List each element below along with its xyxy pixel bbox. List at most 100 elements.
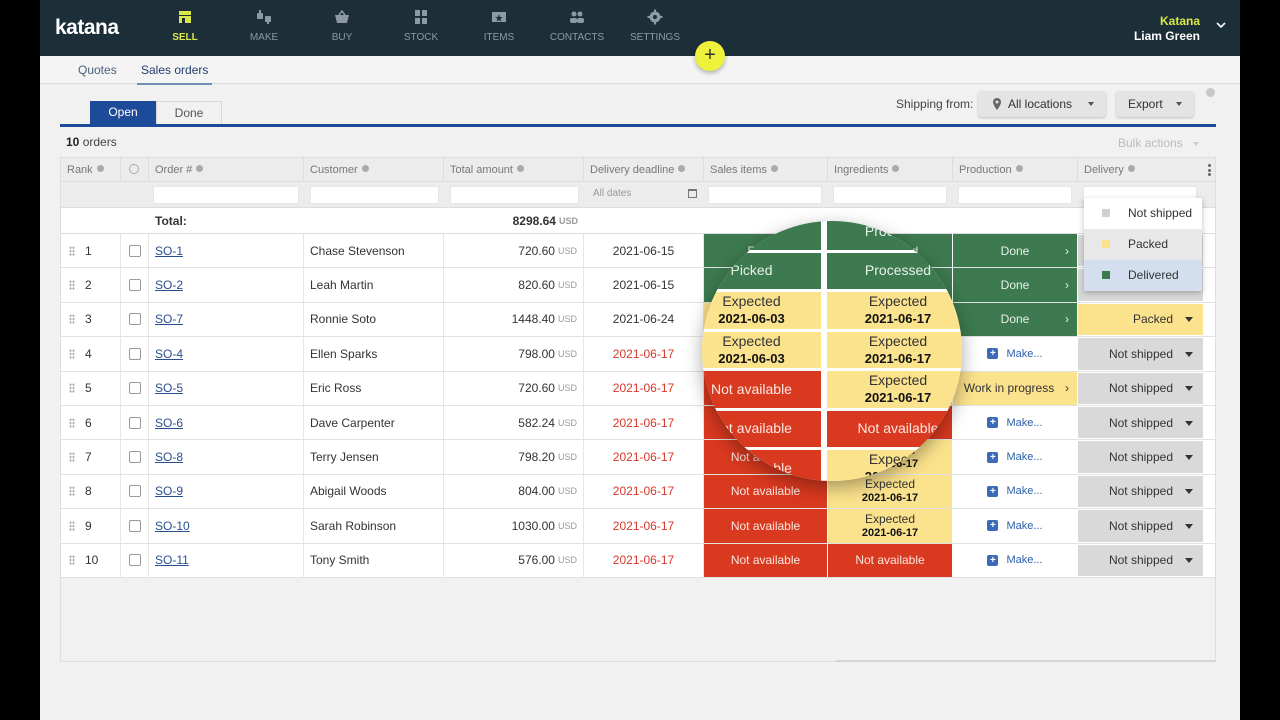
make-button[interactable]: + Make... [987, 451, 1043, 463]
location-select[interactable]: All locations [978, 91, 1106, 117]
col-delivery[interactable]: Delivery [1078, 158, 1215, 182]
production-status[interactable]: Done › [953, 302, 1077, 337]
drag-handle-icon[interactable] [69, 280, 75, 291]
delivery-status-select[interactable]: Not shipped [1078, 441, 1203, 473]
sales-items-filter-input[interactable] [708, 186, 822, 204]
col-production[interactable]: Production [953, 158, 1078, 182]
nav-sell[interactable]: SELL [153, 9, 217, 43]
info-icon[interactable] [1206, 88, 1215, 97]
dropdown-option[interactable]: Not shipped [1084, 198, 1202, 229]
table-row[interactable]: 6 SO-6 Dave Carpenter 582.24 USD 2021-06-… [61, 405, 1215, 441]
row-checkbox[interactable] [128, 313, 141, 326]
katana-logo[interactable]: katana [55, 16, 119, 40]
order-link[interactable]: SO-2 [155, 278, 183, 292]
order-link[interactable]: SO-8 [155, 450, 183, 464]
table-row[interactable]: 4 SO-4 Ellen Sparks 798.00 USD 2021-06-17… [61, 337, 1215, 372]
tab-sales-orders[interactable]: Sales orders [137, 63, 213, 85]
row-checkbox[interactable] [128, 347, 141, 360]
col-sales-items[interactable]: Sales items [704, 158, 828, 182]
done-tab[interactable]: Done [156, 101, 222, 124]
table-row[interactable]: 7 SO-8 Terry Jensen 798.20 USD 2021-06-17… [61, 440, 1215, 475]
col-total[interactable]: Total amount [444, 158, 584, 182]
horizontal-scrollbar[interactable] [836, 660, 1216, 662]
open-tab[interactable]: Open [90, 101, 156, 124]
order-link[interactable]: SO-5 [155, 381, 183, 395]
drag-handle-icon[interactable] [69, 417, 75, 428]
order-link[interactable]: SO-10 [155, 519, 190, 533]
order-filter-input[interactable] [153, 186, 299, 204]
drag-handle-icon[interactable] [69, 452, 75, 463]
nav-items[interactable]: ITEMS [467, 9, 531, 43]
delivery-status-select[interactable]: Not shipped [1078, 544, 1203, 576]
table-row[interactable]: 2 SO-2 Leah Martin 820.60 USD 2021-06-15 … [61, 268, 1215, 303]
production-filter-input[interactable] [958, 186, 1072, 204]
drag-handle-icon[interactable] [69, 486, 75, 497]
ingredients-filter-input[interactable] [833, 186, 947, 204]
make-button[interactable]: + Make... [987, 417, 1043, 429]
col-info[interactable] [121, 158, 149, 182]
table-row[interactable]: 10 SO-11 Tony Smith 576.00 USD 2021-06-17… [61, 543, 1215, 578]
delivery-status-select[interactable]: Not shipped [1078, 406, 1203, 439]
row-checkbox[interactable] [128, 416, 141, 429]
nav-buy[interactable]: BUY [310, 9, 374, 43]
row-checkbox[interactable] [128, 485, 141, 498]
chevron-down-icon[interactable] [1216, 20, 1226, 30]
delivery-status-select[interactable]: Packed [1078, 303, 1203, 336]
row-checkbox[interactable] [128, 451, 141, 464]
order-link[interactable]: SO-11 [155, 553, 189, 567]
order-link[interactable]: SO-9 [155, 484, 183, 498]
col-ingredients[interactable]: Ingredients [828, 158, 953, 182]
sales-items-status[interactable]: Not available [704, 509, 827, 543]
delivery-status-select[interactable]: Not shipped [1078, 338, 1203, 370]
drag-handle-icon[interactable] [69, 314, 75, 325]
production-status[interactable]: Work in progress › [953, 371, 1077, 405]
col-customer[interactable]: Customer [304, 158, 444, 182]
row-checkbox[interactable] [128, 554, 141, 567]
sales-items-status[interactable]: Not available [704, 543, 827, 577]
nav-stock[interactable]: STOCK [389, 9, 453, 43]
make-button[interactable]: + Make... [987, 348, 1043, 360]
tab-quotes[interactable]: Quotes [78, 63, 117, 77]
make-button[interactable]: + Make... [987, 554, 1043, 566]
table-row[interactable]: 8 SO-9 Abigail Woods 804.00 USD 2021-06-1… [61, 474, 1215, 510]
order-link[interactable]: SO-4 [155, 347, 183, 361]
production-status[interactable]: Done › [953, 268, 1077, 302]
deadline-filter[interactable]: All dates [587, 186, 701, 204]
order-link[interactable]: SO-1 [155, 244, 183, 258]
total-filter-input[interactable] [450, 186, 579, 204]
column-menu-icon[interactable] [1208, 164, 1211, 176]
row-checkbox[interactable] [128, 519, 141, 532]
drag-handle-icon[interactable] [69, 555, 75, 566]
nav-make[interactable]: MAKE [232, 9, 296, 43]
drag-handle-icon[interactable] [69, 383, 75, 394]
col-order[interactable]: Order # [149, 158, 304, 182]
order-link[interactable]: SO-7 [155, 312, 183, 326]
col-deadline[interactable]: Delivery deadline [584, 158, 704, 182]
order-link[interactable]: SO-6 [155, 416, 183, 430]
bulk-actions-button[interactable]: Bulk actions [1118, 136, 1199, 150]
ingredients-status[interactable]: Not available [828, 543, 952, 577]
row-checkbox[interactable] [128, 279, 141, 292]
table-row[interactable]: 1 SO-1 Chase Stevenson 720.60 USD 2021-06… [61, 234, 1215, 269]
dropdown-option[interactable]: Packed [1084, 229, 1202, 260]
drag-handle-icon[interactable] [69, 520, 75, 531]
table-row[interactable]: 3 SO-7 Ronnie Soto 1448.40 USD 2021-06-24… [61, 302, 1215, 338]
user-menu[interactable]: Katana Liam Green [1134, 14, 1200, 44]
nav-contacts[interactable]: CONTACTS [545, 9, 609, 43]
dropdown-option[interactable]: Delivered [1084, 260, 1202, 291]
production-status[interactable]: Done › [953, 234, 1077, 268]
row-checkbox[interactable] [128, 244, 141, 257]
export-button[interactable]: Export [1116, 91, 1194, 117]
table-row[interactable]: 5 SO-5 Eric Ross 720.60USD 2021-06-17 No… [61, 371, 1215, 406]
ingredients-status[interactable]: Expected2021-06-17 [828, 509, 952, 543]
make-button[interactable]: + Make... [987, 485, 1043, 497]
delivery-status-select[interactable]: Not shipped [1078, 475, 1203, 508]
customer-filter-input[interactable] [310, 186, 439, 204]
delivery-status-select[interactable]: Not shipped [1078, 510, 1203, 542]
make-button[interactable]: + Make... [987, 520, 1043, 532]
drag-handle-icon[interactable] [69, 245, 75, 256]
table-row[interactable]: 9 SO-10 Sarah Robinson 1030.00 USD 2021-0… [61, 509, 1215, 544]
row-checkbox[interactable] [128, 382, 141, 395]
calendar-icon[interactable] [688, 189, 697, 198]
col-rank[interactable]: Rank [61, 158, 121, 182]
